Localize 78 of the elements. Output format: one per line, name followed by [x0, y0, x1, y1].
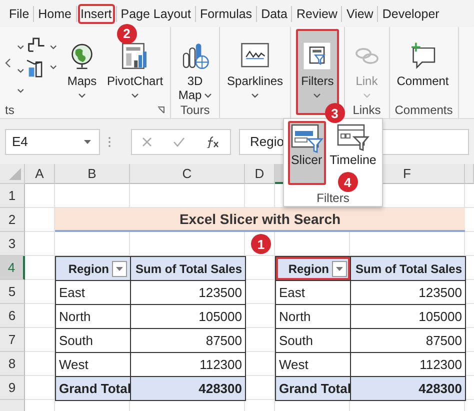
table-cell: North — [275, 304, 351, 329]
ribbon-tab[interactable]: Home — [35, 4, 74, 24]
table-cell: West — [275, 352, 351, 377]
table-cell: 105000 — [350, 304, 466, 329]
column-header[interactable]: D — [245, 164, 275, 184]
table-cell: 112300 — [350, 352, 466, 377]
slicer-icon — [290, 123, 324, 153]
row-header[interactable]: 3 — [0, 232, 25, 256]
step-badge: 1 — [251, 234, 271, 254]
table-cell: 123500 — [130, 280, 246, 305]
grip-icon — [108, 136, 111, 148]
header-cell: Region — [55, 256, 131, 281]
ribbon-button[interactable]: 3D Map — [176, 41, 214, 103]
caret-icon — [116, 266, 123, 270]
filter-button[interactable] — [332, 260, 347, 276]
step-badge: 2 — [116, 24, 137, 44]
dialog-launcher-icon[interactable] — [157, 106, 166, 114]
table-cell: 112300 — [130, 352, 246, 377]
table-cell: East — [275, 280, 351, 305]
group-label: Filters — [316, 191, 350, 205]
ribbon-button[interactable]: Sparklines — [225, 41, 286, 98]
row-header[interactable]: 8 — [0, 352, 25, 376]
ribbon-tab[interactable]: Data — [258, 4, 290, 24]
ribbon-button[interactable]: Comment — [394, 41, 451, 89]
column-header[interactable]: C — [130, 164, 245, 184]
row-header[interactable]: 2 — [0, 208, 25, 232]
group-label: ts — [5, 103, 14, 117]
ribbon-tab[interactable]: Page Layout — [118, 4, 194, 24]
table-cell: 87500 — [350, 328, 466, 353]
row-header[interactable]: 1 — [0, 184, 25, 208]
table-cell: West — [55, 352, 131, 377]
row-header[interactable]: 9 — [0, 376, 25, 400]
ribbon-tab[interactable]: View — [343, 4, 376, 24]
caret-icon — [84, 140, 91, 144]
group-label: Links — [352, 103, 381, 117]
header-cell: Sum of Total Sales — [130, 256, 246, 281]
caret-icon — [336, 266, 343, 270]
header-cell: Region — [275, 256, 351, 281]
header-cell: Sum of Total Sales — [350, 256, 466, 281]
table-cell: 87500 — [130, 328, 246, 353]
timeline-icon — [336, 123, 370, 153]
chevron-left-icon[interactable] — [5, 58, 11, 68]
ribbon-tab[interactable]: Formulas — [196, 4, 256, 24]
triangle-icon — [9, 168, 21, 180]
map3d-icon — [180, 41, 210, 71]
table-cell: North — [55, 304, 131, 329]
column-header[interactable]: A — [25, 164, 55, 184]
check-icon[interactable] — [172, 136, 185, 146]
row-header[interactable]: 7 — [0, 328, 25, 352]
ribbon-tab[interactable]: File — [6, 4, 32, 24]
total-cell: Grand Total — [275, 376, 351, 401]
group-label: Tours — [180, 103, 210, 118]
row-header[interactable]: 6 — [0, 304, 25, 328]
title-cell: Excel Slicer with Search — [55, 208, 465, 232]
row-header[interactable]: 4 — [0, 256, 25, 280]
ribbon-tab[interactable]: Review — [293, 4, 340, 24]
ribbon-tab[interactable]: Insert — [78, 4, 115, 24]
function-icon[interactable] — [206, 136, 220, 148]
table-cell: East — [55, 280, 131, 305]
filter-button[interactable] — [112, 260, 127, 276]
column-header[interactable]: B — [55, 164, 130, 184]
ribbon-button[interactable]: PivotChart — [105, 41, 166, 98]
table-cell: 105000 — [130, 304, 246, 329]
total-cell: 428300 — [350, 376, 466, 401]
total-cell: 428300 — [130, 376, 246, 401]
step-badge: 4 — [338, 172, 358, 192]
total-cell: Grand Total — [55, 376, 131, 401]
menu-button[interactable]: Slicer — [288, 121, 326, 185]
ribbon-button[interactable]: Maps — [65, 41, 99, 98]
name-box[interactable]: E4 — [5, 128, 100, 154]
table-cell: South — [55, 328, 131, 353]
close-icon[interactable] — [142, 136, 152, 146]
group-label: Comments — [394, 103, 453, 117]
ribbon-tab[interactable]: Developer — [379, 4, 442, 24]
filters-icon — [302, 41, 332, 71]
table-cell: South — [275, 328, 351, 353]
row-header[interactable]: 5 — [0, 280, 25, 304]
table-cell: 123500 — [350, 280, 466, 305]
